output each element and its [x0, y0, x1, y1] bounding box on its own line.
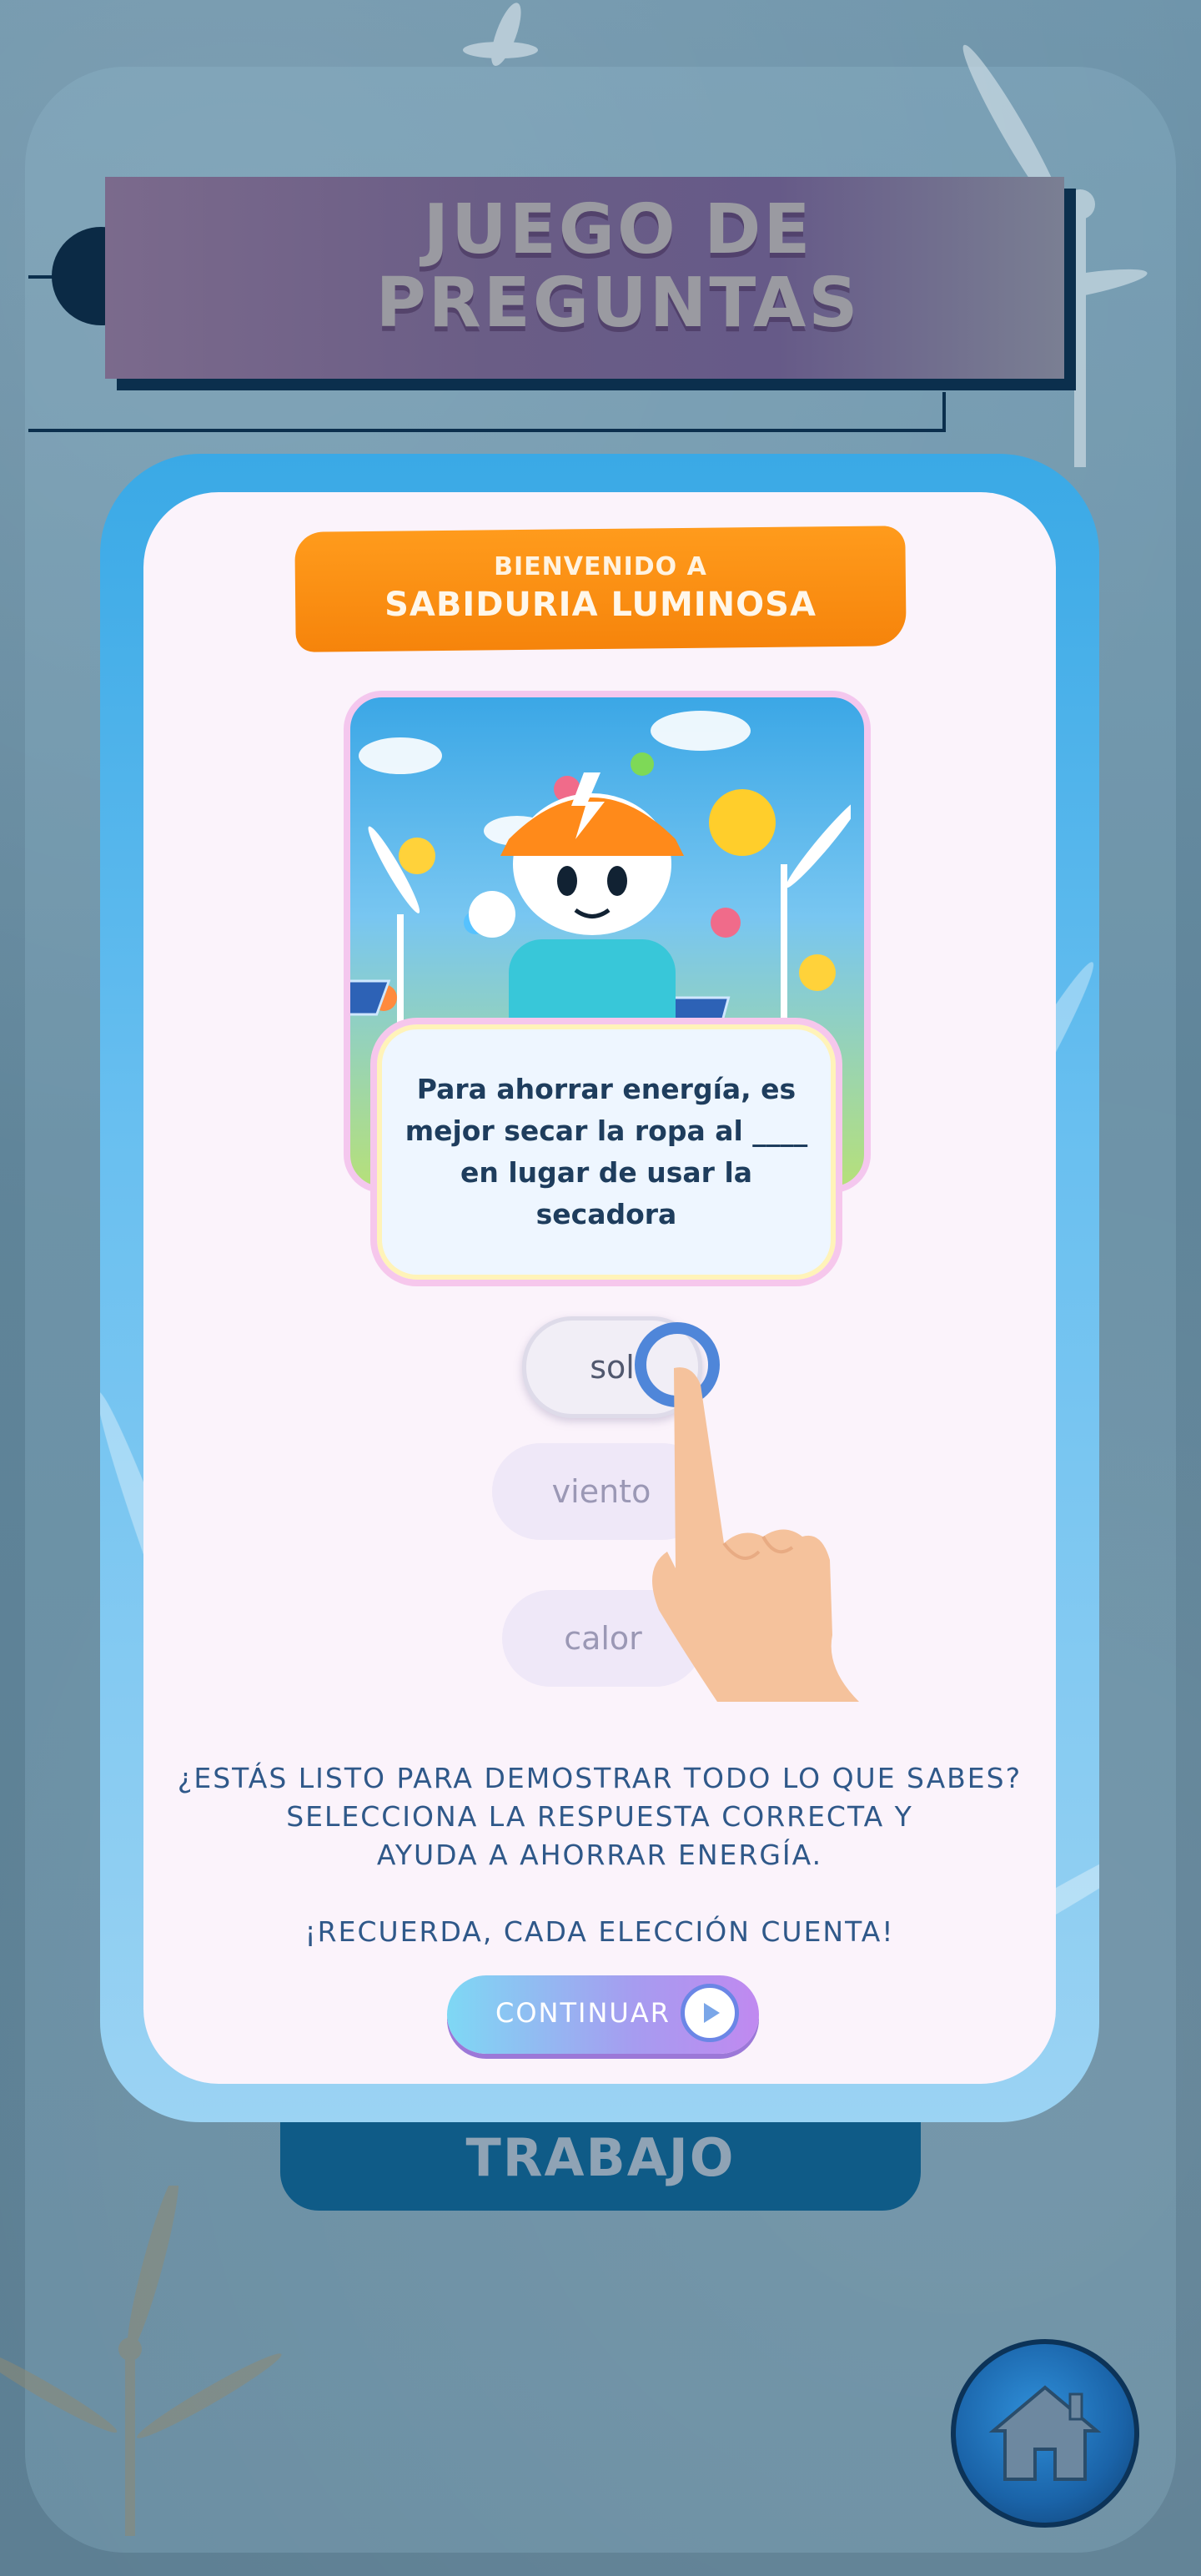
info-line-3: AYUDA A AHORRAR ENERGÍA. [376, 1839, 823, 1871]
info-line-1: ¿ESTÁS LISTO PARA DEMOSTRAR TODO LO QUE … [177, 1762, 1023, 1794]
home-icon [988, 2385, 1102, 2481]
header-line [28, 429, 946, 432]
continue-label: CONTINUAR [495, 1997, 671, 2029]
welcome-title: SABIDURIA LUMINOSA [384, 586, 817, 624]
header-line [942, 392, 946, 432]
home-button[interactable] [951, 2339, 1139, 2528]
page-title-line2: PREGUNTAS [375, 264, 861, 343]
hand-pointer-icon [635, 1322, 859, 1702]
page-title-line1: JUEGO DE [423, 190, 813, 269]
question-text: Para ahorrar energía, es mejor secar la … [405, 1073, 808, 1230]
play-icon [681, 1984, 739, 2042]
info-line-2: SELECCIONA LA RESPUESTA CORRECTA Y [286, 1800, 913, 1833]
welcome-subtitle: BIENVENIDO A [494, 552, 707, 581]
windmill-icon [0, 2186, 282, 2536]
background-category-label: TRABAJO [465, 2127, 736, 2188]
windmill-icon [463, 3, 538, 67]
page-title: JUEGO DE PREGUNTAS [105, 194, 1131, 340]
question-box: Para ahorrar energía, es mejor secar la … [370, 1018, 842, 1286]
info-line-4: ¡RECUERDA, CADA ELECCIÓN CUENTA! [304, 1915, 895, 1948]
